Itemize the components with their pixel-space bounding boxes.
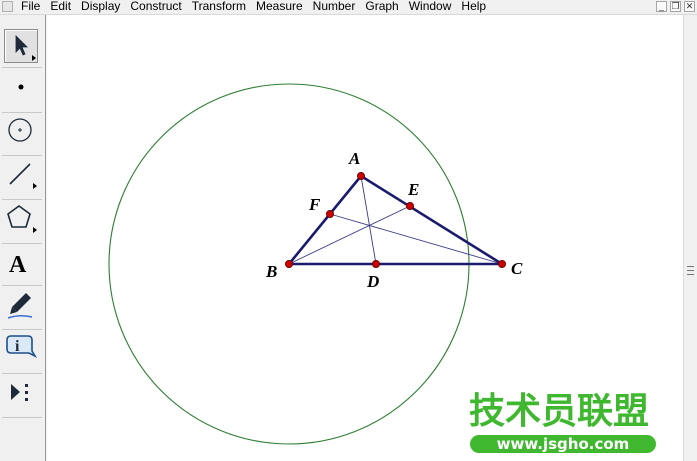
- toolbox-divider: [2, 67, 42, 68]
- label-b[interactable]: B: [266, 263, 277, 280]
- menu-edit[interactable]: Edit: [45, 0, 76, 14]
- selection-arrow-icon: [15, 35, 36, 61]
- pentagon-icon: [7, 205, 37, 233]
- menu-file[interactable]: File: [16, 0, 45, 14]
- toolbox-divider: [2, 329, 42, 330]
- menu-graph[interactable]: Graph: [360, 0, 403, 14]
- compass-icon: [8, 118, 32, 142]
- menu-transform[interactable]: Transform: [187, 0, 251, 14]
- label-a[interactable]: A: [349, 150, 360, 167]
- toolbox-divider: [2, 373, 42, 374]
- point-b[interactable]: [284, 259, 293, 268]
- menu-construct[interactable]: Construct: [125, 0, 186, 14]
- text-tool[interactable]: A: [4, 245, 38, 279]
- side-ac[interactable]: [360, 174, 503, 266]
- app-icon[interactable]: [2, 1, 13, 12]
- label-c[interactable]: C: [511, 260, 522, 277]
- sketchpad-window: File Edit Display Construct Transform Me…: [0, 0, 697, 461]
- straightedge-tool[interactable]: [4, 157, 38, 191]
- point-icon: [18, 84, 24, 90]
- window-controls: _ ❐ ✕: [656, 0, 695, 12]
- menu-display[interactable]: Display: [76, 0, 125, 14]
- point-f[interactable]: [325, 209, 334, 218]
- menu-number[interactable]: Number: [308, 0, 361, 14]
- point-tool[interactable]: [4, 70, 38, 104]
- custom-tool-icon: [11, 384, 28, 401]
- selection-arrow-tool[interactable]: [4, 29, 38, 63]
- watermark-url: www.jsgho.com: [470, 435, 656, 453]
- label-e[interactable]: E: [408, 181, 419, 198]
- menu-window[interactable]: Window: [404, 0, 457, 14]
- minimize-button[interactable]: _: [656, 1, 667, 12]
- toolbox-divider: [2, 417, 42, 418]
- toolbox-divider: [2, 285, 42, 286]
- median-cf[interactable]: [329, 213, 503, 265]
- point-e[interactable]: [405, 201, 414, 210]
- menu: File Edit Display Construct Transform Me…: [16, 0, 491, 14]
- text-tool-glyph: A: [9, 252, 27, 278]
- label-f[interactable]: F: [309, 196, 320, 213]
- close-button[interactable]: ✕: [684, 1, 695, 12]
- label-d[interactable]: D: [367, 273, 379, 290]
- polygon-tool[interactable]: [4, 201, 38, 235]
- median-ad[interactable]: [360, 175, 377, 265]
- straightedge-icon: [9, 163, 37, 189]
- scrollbar-grip-icon[interactable]: [687, 266, 694, 275]
- restore-button[interactable]: ❐: [670, 1, 681, 12]
- point-d[interactable]: [371, 259, 380, 268]
- menu-help[interactable]: Help: [456, 0, 491, 14]
- vertical-scrollbar[interactable]: [683, 15, 697, 461]
- marker-tool[interactable]: [4, 287, 38, 321]
- toolbox-divider: [2, 243, 42, 244]
- information-glyph: i: [15, 338, 20, 355]
- toolbox-divider: [2, 155, 42, 156]
- information-tool[interactable]: i: [4, 331, 38, 365]
- toolbox: A i: [0, 15, 46, 461]
- toolbox-divider: [2, 199, 42, 200]
- median-be[interactable]: [288, 205, 411, 265]
- compass-tool[interactable]: [4, 113, 38, 147]
- point-a[interactable]: [356, 171, 365, 180]
- text-tool-icon: A: [9, 252, 27, 278]
- menu-bar: File Edit Display Construct Transform Me…: [0, 0, 697, 15]
- information-icon: i: [6, 335, 38, 358]
- watermark-title: 技术员联盟: [469, 391, 650, 432]
- point-c[interactable]: [497, 259, 506, 268]
- marker-pen-icon: [7, 293, 33, 319]
- menu-measure[interactable]: Measure: [251, 0, 308, 14]
- custom-tool[interactable]: [4, 375, 38, 409]
